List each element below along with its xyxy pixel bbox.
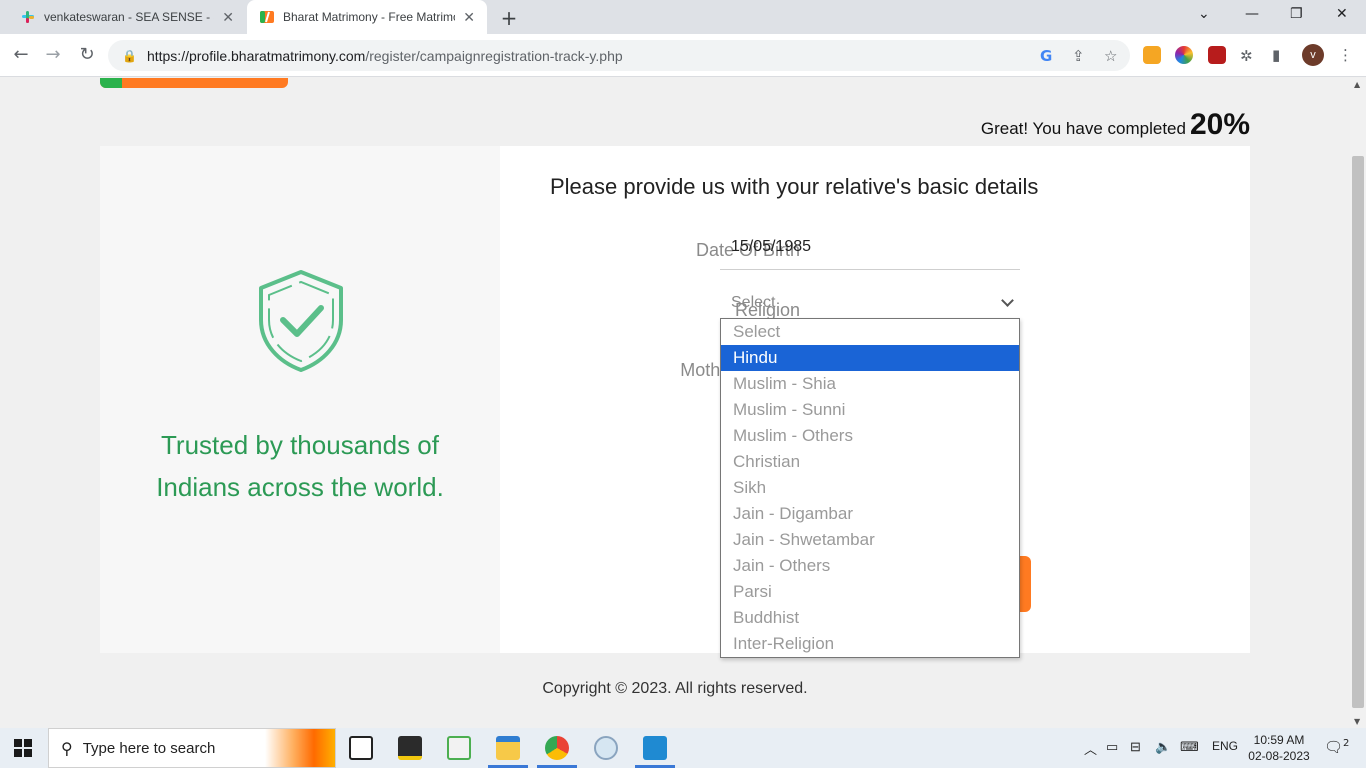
restore-icon[interactable]: ❐ (1290, 6, 1303, 22)
religion-option[interactable]: Parsi (721, 579, 1019, 605)
slack-icon (22, 11, 34, 23)
religion-option[interactable]: Jain - Others (721, 553, 1019, 579)
religion-option-highlighted[interactable]: Hindu (721, 345, 1019, 371)
scrollbar-thumb[interactable] (1352, 156, 1364, 708)
progress-indicator: Great! You have completed 20% (980, 108, 1250, 141)
religion-option[interactable]: Buddhist (721, 605, 1019, 631)
page-content: Great! You have completed 20% Trusted by … (0, 78, 1350, 728)
chrome-icon[interactable] (545, 736, 569, 760)
dob-field[interactable]: 15/05/1985 (720, 230, 1020, 270)
task-view-icon[interactable] (349, 736, 373, 760)
address-bar[interactable]: 🔒 https://profile.bharatmatrimony.com/re… (108, 40, 1130, 71)
chevron-down-icon (1001, 294, 1014, 307)
back-icon[interactable]: ← (10, 44, 32, 65)
tab-slack[interactable]: venkateswaran - SEA SENSE - Sla ✕ (8, 0, 246, 34)
side-panel-icon[interactable]: ▮ (1272, 46, 1280, 64)
religion-option[interactable]: Christian (721, 449, 1019, 475)
taskbar-search[interactable]: ⚲ Type here to search (48, 728, 336, 768)
religion-option[interactable]: Select (721, 319, 1019, 345)
browser-tab-strip: venkateswaran - SEA SENSE - Sla ✕ Bharat… (0, 0, 1366, 34)
registration-card: Trusted by thousands of Indians across t… (100, 146, 1250, 653)
paint-icon[interactable] (594, 736, 618, 760)
trust-message: Trusted by thousands of Indians across t… (156, 430, 444, 502)
religion-option[interactable]: Jain - Digambar (721, 501, 1019, 527)
clock[interactable]: 10:59 AM 02-08-2023 (1248, 732, 1310, 764)
volume-icon[interactable]: 🔈 (1155, 739, 1171, 755)
close-icon[interactable]: ✕ (222, 9, 234, 26)
logo[interactable] (100, 78, 288, 88)
scroll-down-icon[interactable]: ▼ (1354, 717, 1360, 726)
network-icon[interactable]: ⊟ (1130, 739, 1141, 755)
vscode-icon[interactable] (643, 736, 667, 760)
lock-icon[interactable]: 🔒 (122, 49, 137, 63)
religion-option[interactable]: Inter-Religion (721, 631, 1019, 657)
religion-option[interactable]: Jain - Shwetambar (721, 527, 1019, 553)
ublock-icon[interactable] (1208, 46, 1226, 64)
battery-icon[interactable]: ▭ (1106, 739, 1118, 755)
windows-start-icon[interactable] (14, 739, 32, 757)
page-scrollbar[interactable]: ▲ ▼ (1350, 78, 1366, 728)
extension-icon[interactable] (1143, 46, 1161, 64)
notification-icon[interactable]: 🗨2 (1324, 738, 1349, 756)
share-icon[interactable]: ⇪ (1072, 47, 1085, 65)
scroll-up-icon[interactable]: ▲ (1354, 80, 1360, 89)
menu-kebab-icon[interactable]: ⋮ (1338, 46, 1353, 64)
close-icon[interactable]: ✕ (463, 9, 475, 26)
google-lens-icon[interactable]: G (1040, 47, 1052, 65)
tab-search-icon[interactable]: ⌄ (1198, 6, 1210, 22)
tab-bharat-matrimony[interactable]: Bharat Matrimony - Free Matrimo ✕ (247, 0, 487, 34)
sticky-notes-icon[interactable] (398, 736, 422, 760)
religion-dropdown-list[interactable]: Select Hindu Muslim - Shia Muslim - Sunn… (720, 318, 1020, 658)
trust-panel: Trusted by thousands of Indians across t… (100, 146, 500, 653)
browser-toolbar: ← → ↻ 🔒 https://profile.bharatmatrimony.… (0, 34, 1366, 77)
bharat-matrimony-icon (260, 11, 274, 23)
extensions-puzzle-icon[interactable]: ✲ (1240, 47, 1253, 65)
minimize-icon[interactable]: — (1245, 6, 1259, 22)
copyright: Copyright © 2023. All rights reserved. (542, 680, 808, 697)
new-tab-button[interactable]: + (499, 6, 519, 30)
religion-option[interactable]: Muslim - Shia (721, 371, 1019, 397)
search-highlight-image (265, 729, 335, 767)
forward-icon[interactable]: → (42, 44, 64, 65)
religion-option[interactable]: Muslim - Sunni (721, 397, 1019, 423)
language-indicator[interactable]: ENG (1212, 739, 1238, 753)
close-window-icon[interactable]: ✕ (1336, 6, 1348, 22)
keyboard-icon[interactable]: ⌨ (1180, 739, 1199, 755)
search-icon: ⚲ (61, 738, 73, 758)
url-text: https://profile.bharatmatrimony.com/regi… (146, 47, 623, 64)
tab-title: venkateswaran - SEA SENSE - Sla (44, 10, 215, 24)
search-placeholder: Type here to search (82, 739, 216, 757)
profile-avatar[interactable]: v (1302, 44, 1324, 66)
tray-chevron-up-icon[interactable]: ︿ (1084, 739, 1097, 758)
notepad-icon[interactable] (447, 736, 471, 760)
windows-taskbar: ⚲ Type here to search ︿ ▭ ⊟ 🔈 ⌨ ENG 10:5… (0, 728, 1366, 768)
logo-accent (100, 78, 122, 88)
tab-title: Bharat Matrimony - Free Matrimo (283, 10, 456, 24)
reload-icon[interactable]: ↻ (76, 44, 98, 65)
color-extension-icon[interactable] (1175, 46, 1193, 64)
shield-check-icon (259, 270, 343, 372)
file-explorer-icon[interactable] (496, 736, 520, 760)
bookmark-star-icon[interactable]: ☆ (1104, 47, 1117, 65)
form-title: Please provide us with your relative's b… (550, 174, 1039, 199)
religion-option[interactable]: Muslim - Others (721, 423, 1019, 449)
religion-option[interactable]: Sikh (721, 475, 1019, 501)
